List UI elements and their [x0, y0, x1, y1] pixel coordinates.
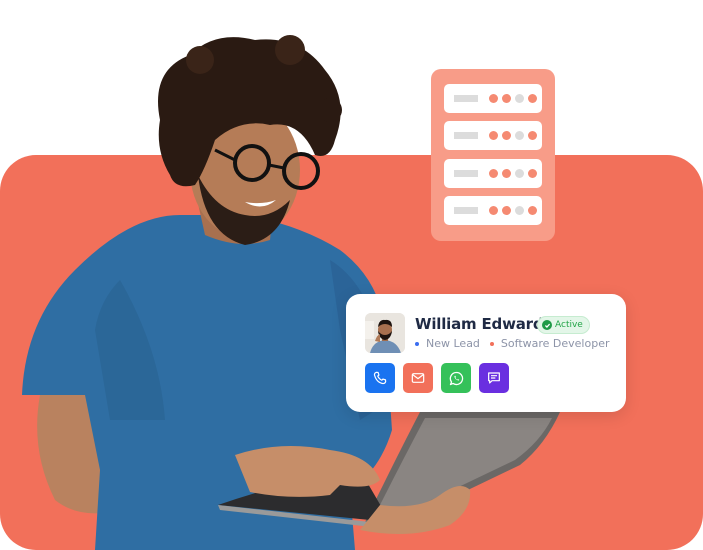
status-light [515, 131, 524, 140]
status-light [515, 169, 524, 178]
message-button[interactable] [479, 363, 509, 393]
call-button[interactable] [365, 363, 395, 393]
status-light [528, 94, 537, 103]
status-light [502, 169, 511, 178]
server-slot-bar [454, 207, 478, 214]
status-light [489, 169, 498, 178]
phone-icon [373, 371, 387, 385]
status-light [502, 94, 511, 103]
contact-card: William Edward. Active New Lead Software… [346, 294, 626, 412]
person-photo [22, 35, 560, 550]
tag-lead-status: New Lead [426, 337, 480, 350]
contact-tags: New Lead Software Developer [415, 337, 609, 350]
tag-job-title: Software Developer [500, 337, 610, 350]
server-row [444, 159, 542, 188]
whatsapp-button[interactable] [441, 363, 471, 393]
server-slot-bar [454, 132, 478, 139]
server-rack-graphic [431, 69, 555, 241]
status-light [502, 206, 511, 215]
status-light [515, 206, 524, 215]
contact-name: William Edward. [415, 315, 549, 333]
avatar-image [365, 313, 405, 353]
whatsapp-icon [449, 371, 463, 385]
status-light [528, 131, 537, 140]
server-row [444, 196, 542, 225]
server-row [444, 84, 542, 113]
avatar [365, 313, 405, 353]
tag-dot [489, 341, 494, 346]
chat-icon [488, 372, 500, 384]
server-slot-bar [454, 95, 478, 102]
contact-actions [365, 363, 509, 393]
server-slot-bar [454, 170, 478, 177]
check-circle-icon [542, 320, 552, 330]
status-light [528, 169, 537, 178]
status-light [528, 206, 537, 215]
status-label: Active [555, 320, 583, 330]
status-light [515, 94, 524, 103]
status-badge: Active [537, 316, 590, 334]
status-light [489, 131, 498, 140]
status-light [502, 131, 511, 140]
status-light [489, 94, 498, 103]
mail-icon [411, 373, 425, 383]
status-light [489, 206, 498, 215]
server-row [444, 121, 542, 150]
tag-dot [415, 341, 419, 346]
email-button[interactable] [403, 363, 433, 393]
